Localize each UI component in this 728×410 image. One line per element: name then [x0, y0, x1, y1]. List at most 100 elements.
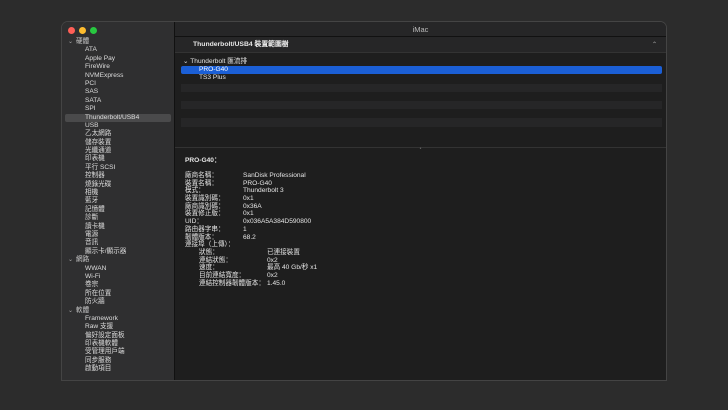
sidebar-item[interactable]: ATA: [62, 46, 174, 54]
empty-row: [181, 100, 662, 110]
sidebar-group-label: 硬體: [76, 38, 90, 45]
detail-value: Thunderbolt 3: [243, 187, 284, 195]
chevron-down-icon[interactable]: ⌄: [68, 38, 76, 46]
sidebar-item[interactable]: SAS: [62, 88, 174, 96]
detail-key: 路由器字串：: [185, 225, 225, 233]
sidebar-item[interactable]: 控制器: [62, 172, 174, 180]
detail-value: 0x1: [243, 210, 254, 218]
detail-value: 68.2: [243, 233, 256, 241]
detail-key: UID：: [185, 218, 203, 226]
sidebar-item[interactable]: 平行 SCSI: [62, 164, 174, 172]
detail-value: SanDisk Professional: [243, 172, 306, 179]
sidebar-group[interactable]: ⌄ 軟體: [62, 307, 174, 315]
detail-row: 速度： 最高 40 Gb/秒 x1: [185, 264, 317, 272]
detail-key: 裝置修正版：: [185, 210, 225, 218]
detail-row: 目前連結寬度： 0x2: [185, 272, 278, 280]
sidebar-group-label: 網路: [76, 256, 90, 264]
sidebar-item[interactable]: 藍牙: [62, 197, 174, 205]
sidebar-item[interactable]: 同步服務: [62, 357, 174, 365]
detail-row: 連接埠（上傳）：: [185, 241, 234, 249]
detail-key: 狀態：: [199, 248, 219, 256]
detail-key: 連結控制器韌體版本：: [199, 279, 265, 287]
detail-value: 已連接裝置: [267, 248, 300, 256]
sidebar-item[interactable]: 偏好設定面板: [62, 332, 174, 340]
detail-key: 廠商名稱：: [185, 172, 218, 179]
detail-key: 模式：: [185, 187, 205, 195]
detail-row: 模式： Thunderbolt 3: [185, 187, 284, 195]
detail-row: 廠商名稱： SanDisk Professional: [185, 172, 306, 180]
sidebar-item[interactable]: 卷宗: [62, 281, 174, 289]
section-title: Thunderbolt/USB4 裝置範圍樹: [193, 41, 289, 48]
sidebar-item[interactable]: 受管理用戶端: [62, 348, 174, 356]
sidebar-item[interactable]: 音訊: [62, 239, 174, 247]
sidebar-item[interactable]: 記憶體: [62, 206, 174, 214]
sidebar-item[interactable]: WWAN: [62, 265, 174, 273]
system-information-window: ⌄ 硬體 ATA Apple Pay FireWire NVMExpress PCI SAS S…: [62, 22, 666, 380]
detail-key: 連接埠（上傳）：: [185, 241, 235, 249]
detail-value: 0x2: [267, 271, 278, 279]
empty-row: [181, 118, 662, 127]
pane-splitter[interactable]: •: [175, 147, 666, 152]
sidebar-item[interactable]: NVMExpress: [62, 72, 174, 80]
window-title: iMac: [175, 22, 666, 37]
sidebar-item[interactable]: SPI: [62, 105, 174, 113]
zoom-button[interactable]: [90, 27, 97, 34]
sidebar-item[interactable]: 啟動項目: [62, 365, 174, 373]
device-tree: ⌄ Thunderbolt 匯流排 PRO-G40 TS3 Plus: [175, 53, 666, 127]
sidebar: ⌄ 硬體 ATA Apple Pay FireWire NVMExpress PCI SAS S…: [62, 22, 175, 380]
sidebar-list: ⌄ 硬體 ATA Apple Pay FireWire NVMExpress PCI SAS S…: [62, 38, 174, 374]
detail-key: 速度：: [199, 264, 219, 272]
tree-root-label: Thunderbolt 匯流排: [190, 58, 248, 65]
close-button[interactable]: [68, 27, 75, 34]
sidebar-item[interactable]: 燒錄光碟: [62, 181, 174, 189]
detail-value: 1: [243, 225, 247, 233]
sidebar-item[interactable]: Raw 支援: [62, 323, 174, 331]
sidebar-item[interactable]: USB: [62, 122, 174, 130]
detail-value: 最高 40 Gb/秒 x1: [267, 264, 318, 272]
chevron-down-icon[interactable]: ⌄: [68, 307, 76, 315]
sidebar-item[interactable]: 光纖通道: [62, 147, 174, 155]
sidebar-item[interactable]: Framework: [62, 315, 174, 323]
tree-item-pro-g40[interactable]: PRO-G40: [181, 66, 662, 75]
sidebar-item[interactable]: 所在位置: [62, 290, 174, 298]
sidebar-group[interactable]: ⌄ 硬體: [62, 38, 174, 46]
detail-key: 裝置識別碼：: [185, 195, 225, 203]
detail-key: 目前連結寬度：: [199, 271, 246, 279]
sidebar-item[interactable]: 儲存裝置: [62, 139, 174, 147]
tree-item-ts3-plus[interactable]: TS3 Plus: [181, 74, 662, 82]
chevron-down-icon[interactable]: ⌄: [68, 256, 76, 264]
detail-value: 1.45.0: [267, 279, 286, 287]
detail-row: 連結控制器韌體版本： 1.45.0: [185, 280, 285, 288]
traffic-lights: [68, 27, 97, 34]
section-header: Thunderbolt/USB4 裝置範圍樹 ⌃: [175, 37, 666, 53]
collapse-caret-icon[interactable]: ⌃: [652, 37, 657, 53]
sidebar-item[interactable]: 電源: [62, 231, 174, 239]
detail-row: UID： 0x036A5A384D590800: [185, 218, 311, 226]
sidebar-item[interactable]: SATA: [62, 97, 174, 105]
sidebar-item[interactable]: 印表機: [62, 155, 174, 163]
sidebar-item[interactable]: 乙太網路: [62, 130, 174, 138]
minimize-button[interactable]: [79, 27, 86, 34]
detail-value: 0x1: [243, 195, 254, 203]
device-details: PRO-G40： 廠商名稱： SanDisk Professional 裝置名稱： P…: [185, 154, 317, 288]
sidebar-item[interactable]: 顯示卡/顯示器: [62, 248, 174, 256]
detail-row: 裝置修正版： 0x1: [185, 210, 254, 218]
sidebar-group[interactable]: ⌄ 網路: [62, 256, 174, 264]
sidebar-item[interactable]: 診斷: [62, 214, 174, 222]
sidebar-item[interactable]: Apple Pay: [62, 55, 174, 63]
sidebar-group-label: 軟體: [76, 306, 90, 314]
empty-row: [181, 83, 662, 92]
detail-title: PRO-G40：: [185, 157, 221, 164]
detail-value: 0x036A5A384D590800: [243, 218, 312, 226]
sidebar-item[interactable]: 相機: [62, 189, 174, 197]
detail-row: 路由器字串： 1: [185, 226, 247, 234]
sidebar-item[interactable]: Thunderbolt/USB4: [65, 113, 171, 122]
sidebar-item[interactable]: 防火牆: [62, 298, 174, 306]
main-pane: iMac Thunderbolt/USB4 裝置範圍樹 ⌃ ⌄ Thunderb…: [175, 22, 666, 380]
sidebar-item[interactable]: Wi-Fi: [62, 273, 174, 281]
sidebar-item[interactable]: PCI: [62, 80, 174, 88]
sidebar-item[interactable]: FireWire: [62, 63, 174, 71]
detail-row: 裝置識別碼： 0x1: [185, 195, 254, 203]
sidebar-item[interactable]: 讀卡機: [62, 223, 174, 231]
tree-root[interactable]: ⌄ Thunderbolt 匯流排: [181, 58, 662, 66]
